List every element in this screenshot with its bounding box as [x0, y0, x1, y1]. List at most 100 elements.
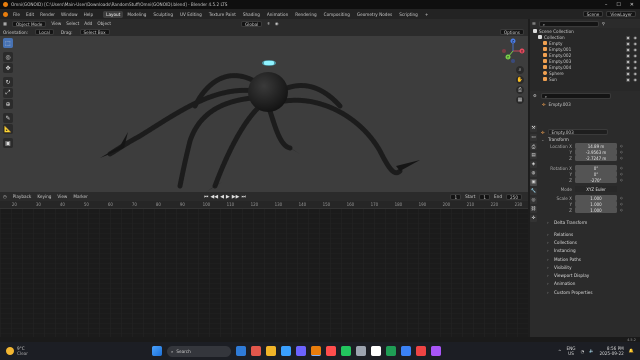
keyframe-icon[interactable]: ◇ — [620, 144, 623, 148]
camera-toggle-icon[interactable]: ▣ — [626, 71, 630, 76]
menu-timeline-view[interactable]: View — [57, 194, 67, 199]
start-frame-field[interactable]: 1 — [479, 193, 491, 200]
volume-icon[interactable]: 🔈 — [589, 348, 594, 354]
tool-annotate-icon[interactable]: ✎ — [3, 113, 13, 123]
panel-visibility-header[interactable]: › Visibility — [541, 263, 639, 271]
editor-type-icon[interactable]: ▦ — [3, 21, 7, 26]
object-name-input[interactable]: Empty.003 — [547, 129, 608, 135]
options-dropdown[interactable]: Options — [499, 29, 524, 35]
camera-toggle-icon[interactable]: ▣ — [626, 35, 630, 40]
properties-tab-constraints-icon[interactable]: ⛓ — [530, 206, 537, 213]
taskbar-app-icon[interactable] — [341, 346, 351, 356]
taskbar-app-icon[interactable] — [266, 346, 276, 356]
timeline-editor-icon[interactable]: ◷ — [3, 194, 7, 199]
start-windows-icon[interactable] — [152, 346, 162, 356]
properties-tab-world-icon[interactable]: ◍ — [530, 170, 537, 177]
workspace-tab-uv-editing[interactable]: UV Editing — [177, 11, 205, 18]
camera-view-icon[interactable]: ⎙ — [516, 86, 524, 94]
scene-selector[interactable]: Scene — [582, 11, 604, 17]
taskbar-app-icon[interactable] — [356, 346, 366, 356]
menu-select[interactable]: Select — [66, 21, 79, 26]
tool-scale-icon[interactable]: ⤢ — [3, 88, 13, 98]
language-indicator[interactable]: ENG US — [567, 346, 576, 356]
taskbar-app-icon[interactable] — [296, 346, 306, 356]
taskbar-app-icon[interactable] — [401, 346, 411, 356]
play-reverse-icon[interactable]: ◀ — [220, 194, 224, 200]
workspace-tab-geometry-nodes[interactable]: Geometry Nodes — [354, 11, 395, 18]
panel-motion-paths-header[interactable]: › Motion Paths — [541, 255, 639, 263]
tool-measure-icon[interactable]: 📐 — [3, 124, 13, 134]
panel-animation-header[interactable]: › Animation — [541, 280, 639, 288]
keyframe-icon[interactable]: ◇ — [620, 166, 623, 170]
workspace-tab-modeling[interactable]: Modeling — [124, 11, 149, 18]
minimize-button[interactable]: – — [605, 2, 608, 8]
keyframe-icon[interactable]: ◇ — [620, 208, 623, 212]
eye-visibility-icon[interactable]: ◉ — [634, 65, 638, 70]
transform-orientation-selector[interactable]: Global — [240, 20, 263, 27]
keyframe-icon[interactable]: ◇ — [620, 196, 623, 200]
rotation-z-field[interactable]: -270° — [575, 177, 617, 183]
eye-visibility-icon[interactable]: ◉ — [634, 71, 638, 76]
panel-relations-header[interactable]: › Relations — [541, 230, 639, 238]
taskbar-app-icon[interactable] — [326, 346, 336, 356]
tool-add-cube-icon[interactable]: ▣ — [3, 138, 13, 148]
menu-view[interactable]: View — [51, 21, 61, 26]
tool-move-icon[interactable]: ✥ — [3, 63, 13, 73]
properties-tab-object-icon[interactable]: ▣ — [530, 179, 537, 186]
weather-widget[interactable]: 9°C Clear — [0, 346, 150, 356]
menu-keying[interactable]: Keying — [37, 194, 51, 199]
tool-cursor-icon[interactable]: ◎ — [3, 52, 13, 62]
jump-start-icon[interactable]: ⏮ — [204, 194, 209, 200]
camera-toggle-icon[interactable]: ▣ — [626, 59, 630, 64]
taskbar-app-icon[interactable] — [281, 346, 291, 356]
properties-tab-physics-icon[interactable]: ◎ — [530, 197, 537, 204]
workspace-tab-shading[interactable]: Shading — [240, 11, 263, 18]
outliner-search-input[interactable]: ⌕ — [538, 20, 599, 27]
rotation-x-field[interactable]: 0° — [575, 165, 617, 171]
menu-object[interactable]: Object — [97, 21, 111, 26]
workspace-tab-compositing[interactable]: Compositing — [321, 11, 353, 18]
menu-file[interactable]: File — [13, 12, 20, 17]
rotation-y-field[interactable]: 0° — [575, 171, 617, 177]
taskbar-app-icon[interactable] — [236, 346, 246, 356]
timeline-ruler[interactable]: 20 30 40 50 60 70 80 90 100 110 120 130 140 150 160 170… — [0, 201, 528, 209]
properties-tab-render-icon[interactable]: ▭ — [530, 134, 537, 141]
workspace-tab-scripting[interactable]: Scripting — [396, 11, 421, 18]
panel-viewport-display-header[interactable]: › Viewport Display — [541, 271, 639, 279]
add-workspace-button[interactable]: + — [422, 11, 432, 18]
panel-collections-header[interactable]: › Collections — [541, 238, 639, 246]
properties-tab-scene-icon[interactable]: ◈ — [530, 161, 537, 168]
eye-visibility-icon[interactable]: ◉ — [634, 47, 638, 52]
menu-help[interactable]: Help — [84, 12, 94, 17]
taskbar-app-icon[interactable] — [431, 346, 441, 356]
camera-toggle-icon[interactable]: ▣ — [626, 41, 630, 46]
menu-playback[interactable]: Playback — [13, 194, 32, 199]
keyframe-icon[interactable]: ◇ — [620, 172, 623, 176]
close-button[interactable]: ✕ — [630, 2, 634, 8]
tool-transform-icon[interactable]: ⊕ — [3, 99, 13, 109]
outliner-editor-icon[interactable]: ☰ — [532, 21, 536, 26]
eye-visibility-icon[interactable]: ◉ — [634, 53, 638, 58]
proportional-icon[interactable]: ◉ — [275, 21, 279, 26]
scale-y-field[interactable]: 1.000 — [575, 201, 617, 207]
3d-viewport[interactable] — [0, 36, 528, 192]
properties-tab-view-layer-icon[interactable]: ▤ — [530, 152, 537, 159]
filter-icon[interactable]: ⚲ — [602, 21, 605, 26]
snap-icon[interactable]: ⌾ — [267, 21, 270, 26]
keyframe-icon[interactable]: ◇ — [620, 178, 623, 182]
maximize-button[interactable]: ☐ — [616, 2, 620, 8]
tray-chevron-icon[interactable]: ^ — [558, 349, 562, 354]
properties-tab-data-icon[interactable]: ✣ — [530, 215, 537, 222]
camera-toggle-icon[interactable]: ▣ — [626, 65, 630, 70]
eye-visibility-icon[interactable]: ◉ — [634, 59, 638, 64]
workspace-tab-rendering[interactable]: Rendering — [292, 11, 319, 18]
menu-window[interactable]: Window — [61, 12, 78, 17]
keyframe-icon[interactable]: ◇ — [620, 202, 623, 206]
play-icon[interactable]: ▶ — [226, 194, 230, 200]
properties-tab-tool-icon[interactable]: ⚒ — [530, 125, 537, 132]
rotation-mode-selector[interactable]: XYZ Euler — [575, 186, 617, 192]
tool-rotate-icon[interactable]: ↻ — [3, 77, 13, 87]
taskbar-app-icon[interactable] — [311, 346, 321, 356]
delta-transform-header[interactable]: › Delta Transform — [541, 219, 639, 226]
orientation-selector[interactable]: Local — [35, 29, 54, 35]
